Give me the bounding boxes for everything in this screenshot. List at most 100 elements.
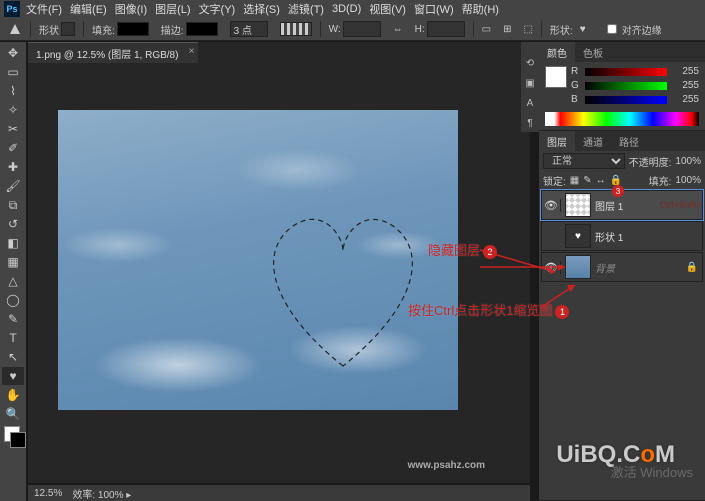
- path-tool[interactable]: ↖: [2, 348, 24, 366]
- shape-picker[interactable]: ♥: [575, 22, 591, 36]
- tab-paths[interactable]: 路径: [611, 131, 647, 151]
- close-tab-icon[interactable]: ×: [189, 46, 195, 57]
- shape-mode-label: 形状: [39, 22, 59, 37]
- lasso-tool[interactable]: ⌇: [2, 82, 24, 100]
- blend-mode-select[interactable]: 正常: [543, 153, 625, 169]
- menu-window[interactable]: 窗口(W): [414, 1, 454, 17]
- lock-paint-icon[interactable]: ✎: [583, 175, 591, 186]
- align-edges-label: 对齐边缘: [622, 22, 662, 37]
- opacity-value[interactable]: 100%: [675, 156, 701, 167]
- width-input[interactable]: [343, 21, 381, 37]
- b-slider[interactable]: [585, 96, 667, 104]
- color-spectrum[interactable]: [545, 112, 699, 126]
- menu-help[interactable]: 帮助(H): [462, 1, 499, 17]
- panels: 颜色 色板 R 255 G 255: [539, 42, 705, 501]
- layer-row-layer1[interactable]: 👁 图层 1 Ctrl+Shift+ 3: [541, 190, 703, 220]
- lock-move-icon[interactable]: ↔: [596, 175, 606, 186]
- align-icon[interactable]: ⊞: [499, 24, 515, 35]
- g-value[interactable]: 255: [671, 80, 699, 91]
- layer1-visibility[interactable]: 👁: [542, 199, 561, 212]
- g-label: G: [571, 80, 581, 91]
- background-lock-icon: 🔒: [686, 262, 698, 273]
- fill-label: 填充:: [92, 22, 115, 37]
- menu-layer[interactable]: 图层(L): [155, 1, 190, 17]
- menu-bar: Ps 文件(F) 编辑(E) 图像(I) 图层(L) 文字(Y) 选择(S) 滤…: [0, 0, 705, 18]
- history-brush-tool[interactable]: ↺: [2, 215, 24, 233]
- brush-tool[interactable]: 🖌: [2, 177, 24, 195]
- type-tool[interactable]: T: [2, 329, 24, 347]
- blur-tool[interactable]: △: [2, 272, 24, 290]
- arrange-icon[interactable]: ⬚: [519, 24, 536, 35]
- layer1-thumbnail[interactable]: [565, 193, 591, 217]
- hand-tool[interactable]: ✋: [2, 386, 24, 404]
- actions-panel-icon[interactable]: ▣: [522, 74, 538, 92]
- color-swatches[interactable]: [2, 424, 24, 454]
- stroke-swatch[interactable]: [186, 22, 218, 36]
- menu-3d[interactable]: 3D(D): [332, 3, 361, 15]
- link-wh-icon[interactable]: ⇔: [389, 24, 407, 35]
- tab-swatches[interactable]: 色板: [575, 42, 611, 62]
- stroke-style-dropdown[interactable]: [280, 22, 312, 36]
- tab-channels[interactable]: 通道: [575, 131, 611, 151]
- menu-edit[interactable]: 编辑(E): [70, 1, 107, 17]
- layer-row-background[interactable]: 👁 背景 🔒: [541, 252, 703, 282]
- menu-view[interactable]: 视图(V): [369, 1, 406, 17]
- background-name[interactable]: 背景: [595, 260, 686, 275]
- canvas-area[interactable]: [28, 64, 530, 483]
- shape1-name[interactable]: 形状 1: [595, 229, 702, 244]
- marquee-tool[interactable]: ▭: [2, 63, 24, 81]
- g-slider[interactable]: [585, 82, 667, 90]
- eyedropper-tool[interactable]: ✐: [2, 139, 24, 157]
- document-tab-title: 1.png @ 12.5% (图层 1, RGB/8): [36, 46, 178, 61]
- heal-tool[interactable]: ✚: [2, 158, 24, 176]
- menu-file[interactable]: 文件(F): [26, 1, 62, 17]
- move-tool[interactable]: ✥: [2, 44, 24, 62]
- dodge-tool[interactable]: ◯: [2, 291, 24, 309]
- pen-tool[interactable]: ✎: [2, 310, 24, 328]
- path-ops-icon[interactable]: ▭: [478, 24, 495, 35]
- tab-color[interactable]: 颜色: [539, 42, 575, 62]
- stamp-tool[interactable]: ⧉: [2, 196, 24, 214]
- background-visibility[interactable]: 👁: [542, 261, 561, 274]
- r-label: R: [571, 66, 581, 77]
- stroke-width-input[interactable]: [230, 21, 268, 37]
- fill-label: 填充:: [649, 173, 672, 188]
- zoom-tool[interactable]: 🔍: [2, 405, 24, 423]
- r-slider[interactable]: [585, 68, 667, 76]
- width-label: W:: [329, 24, 341, 35]
- menu-select[interactable]: 选择(S): [243, 1, 280, 17]
- menu-type[interactable]: 文字(Y): [199, 1, 236, 17]
- align-edges-checkbox[interactable]: [607, 24, 617, 34]
- sky-image: [58, 110, 458, 410]
- foreground-color[interactable]: [545, 66, 567, 88]
- menu-image[interactable]: 图像(I): [115, 1, 147, 17]
- document-tab[interactable]: 1.png @ 12.5% (图层 1, RGB/8) ×: [28, 42, 198, 63]
- para-panel-icon[interactable]: ¶: [522, 114, 538, 132]
- shape1-thumbnail[interactable]: ♥: [565, 224, 591, 248]
- height-input[interactable]: [427, 21, 465, 37]
- shape-tool[interactable]: ♥: [2, 367, 24, 385]
- layer1-name[interactable]: 图层 1: [595, 198, 657, 213]
- height-label: H:: [415, 24, 425, 35]
- canvas[interactable]: [58, 110, 458, 410]
- shape-mode-dropdown[interactable]: [61, 22, 75, 36]
- wand-tool[interactable]: ✧: [2, 101, 24, 119]
- b-value[interactable]: 255: [671, 94, 699, 105]
- menu-filter[interactable]: 滤镜(T): [288, 1, 324, 17]
- history-panel-icon[interactable]: ⟲: [522, 54, 538, 72]
- gradient-tool[interactable]: ▦: [2, 253, 24, 271]
- eraser-tool[interactable]: ◧: [2, 234, 24, 252]
- fill-value[interactable]: 100%: [675, 175, 701, 186]
- status-zoom[interactable]: 12.5%: [34, 488, 62, 499]
- background-thumbnail[interactable]: [565, 255, 591, 279]
- tab-layers[interactable]: 图层: [539, 131, 575, 151]
- char-panel-icon[interactable]: A: [522, 94, 538, 112]
- r-value[interactable]: 255: [671, 66, 699, 77]
- layer-row-shape1[interactable]: ♥ 形状 1: [541, 221, 703, 251]
- document-area: 1.png @ 12.5% (图层 1, RGB/8) ×: [28, 42, 530, 483]
- lock-pixels-icon[interactable]: ▦: [570, 175, 579, 186]
- crop-tool[interactable]: ✂: [2, 120, 24, 138]
- tools-panel: ✥ ▭ ⌇ ✧ ✂ ✐ ✚ 🖌 ⧉ ↺ ◧ ▦ △ ◯ ✎ T ↖ ♥ ✋ 🔍: [0, 42, 26, 501]
- shape-tool-icon[interactable]: [4, 22, 26, 36]
- fill-swatch[interactable]: [117, 22, 149, 36]
